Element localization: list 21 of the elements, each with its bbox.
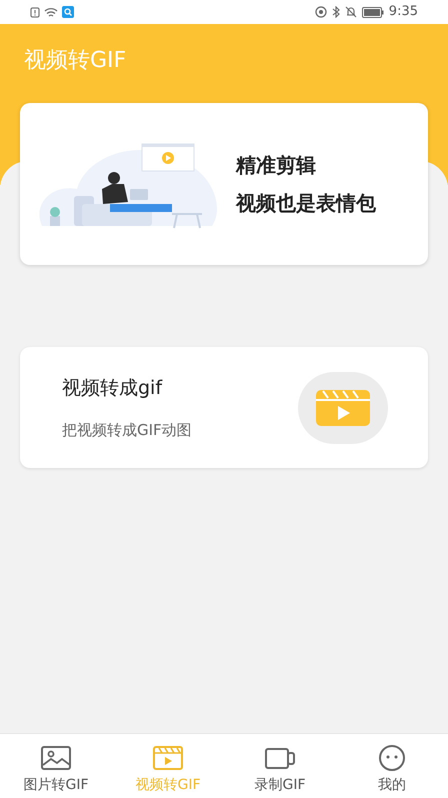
battery-icon (362, 6, 384, 18)
tab-item[interactable]: 录制GIF (224, 734, 336, 798)
page-title: 视频转GIF (24, 48, 126, 73)
tab-item[interactable]: 图片转GIF (0, 734, 112, 798)
wifi-icon (44, 6, 58, 18)
tab-item[interactable]: 我的 (336, 734, 448, 798)
image-icon (40, 744, 72, 772)
data-saver-icon (314, 6, 327, 18)
feature-card[interactable]: 视频转成gif 把视频转成GIF动图 (20, 347, 428, 468)
feature-title: 视频转成gif (62, 376, 164, 401)
app-notification-icon (62, 6, 74, 18)
banner-headline: 视频也是表情包 (236, 190, 376, 217)
face-icon (376, 744, 408, 772)
banner-headline: 精准剪辑 (236, 152, 317, 179)
feature-subtitle: 把视频转成GIF动图 (62, 420, 192, 440)
video-clip-icon (152, 744, 184, 772)
bluetooth-icon (332, 6, 340, 18)
mute-icon (344, 6, 357, 18)
banner-card[interactable]: 精准剪辑 视频也是表情包 (20, 103, 428, 265)
notification-icon (30, 6, 40, 18)
status-time: 9:35 (388, 3, 418, 22)
